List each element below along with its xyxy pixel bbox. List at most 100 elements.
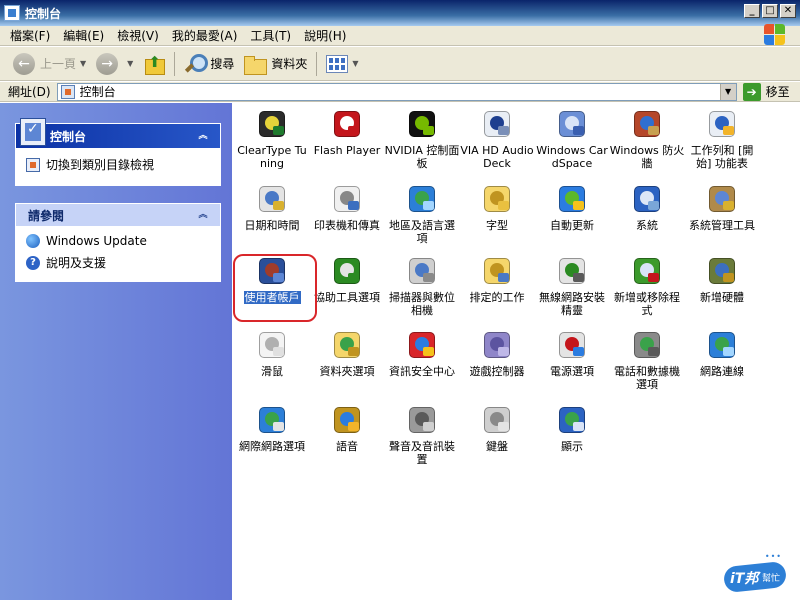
- chevron-down-icon: ▼: [352, 59, 359, 68]
- control-panel-item[interactable]: 系統: [608, 183, 686, 232]
- item-label: 語音: [336, 440, 358, 453]
- views-button[interactable]: ▼: [321, 51, 363, 77]
- item-label: 遊戲控制器: [469, 365, 525, 378]
- control-panel-item[interactable]: 掃描器與數位相機: [383, 255, 461, 317]
- help-support-label: 說明及支援: [46, 256, 107, 270]
- control-panel-item[interactable]: 新增或移除程式: [608, 255, 686, 317]
- item-label: Windows 防火牆: [609, 144, 685, 170]
- item-label: 無線網路安裝精靈: [539, 291, 605, 317]
- control-panel-item[interactable]: 地區及語言選項: [383, 183, 461, 245]
- go-button[interactable]: ➔ 移至: [742, 82, 790, 101]
- menu-file[interactable]: 檔案(F): [10, 27, 50, 44]
- control-panel-item[interactable]: 遊戲控制器: [458, 329, 536, 378]
- item-label: 工作列和 [開始] 功能表: [690, 144, 754, 170]
- menu-tools[interactable]: 工具(T): [250, 27, 291, 44]
- control-panel-item[interactable]: VIA HD Audio Deck: [458, 108, 536, 170]
- control-panel-item[interactable]: 網路連線: [683, 329, 761, 378]
- control-panel-item[interactable]: ClearType Tuning: [233, 108, 311, 170]
- address-label: 網址(D): [8, 85, 51, 99]
- window-title: 控制台: [25, 6, 62, 21]
- control-panel-item[interactable]: Windows CardSpace: [533, 108, 611, 170]
- up-folder-button[interactable]: [138, 51, 170, 77]
- windows-logo-icon: [764, 24, 786, 46]
- forward-button[interactable]: → ▼: [91, 51, 138, 77]
- control-panel-item[interactable]: 新增硬體: [683, 255, 761, 304]
- control-panel-icon: [4, 5, 20, 21]
- minimize-button[interactable]: _: [744, 4, 760, 18]
- help-support-link[interactable]: ? 說明及支援: [26, 254, 210, 271]
- address-dropdown-button[interactable]: ▼: [719, 83, 736, 100]
- views-icon: [326, 54, 349, 73]
- item-label: 地區及語言選項: [389, 219, 455, 245]
- section-header[interactable]: 控制台 ︽: [16, 118, 220, 148]
- control-panel-item[interactable]: 鍵盤: [458, 404, 536, 453]
- item-label: ClearType Tuning: [237, 144, 307, 170]
- menu-edit[interactable]: 編輯(E): [63, 27, 104, 44]
- collapse-chevron-icon[interactable]: ︽: [196, 129, 210, 143]
- menu-help[interactable]: 說明(H): [304, 27, 346, 44]
- maximize-button[interactable]: □: [762, 4, 778, 18]
- close-button[interactable]: ✕: [780, 4, 796, 18]
- control-panel-item[interactable]: 顯示: [533, 404, 611, 453]
- accessibility-icon: [331, 255, 363, 287]
- globe-icon: [406, 183, 438, 215]
- item-label: 網際網路選項: [239, 440, 305, 453]
- control-panel-item[interactable]: 滑鼠: [233, 329, 311, 378]
- network-connections-icon: [706, 329, 738, 361]
- cleartype-icon: [256, 108, 288, 140]
- control-panel-item[interactable]: 聲音及音訊裝置: [383, 404, 461, 466]
- item-label: 聲音及音訊裝置: [389, 440, 455, 466]
- control-panel-item[interactable]: 協助工具選項: [308, 255, 386, 304]
- date-time-icon: [256, 183, 288, 215]
- system-icon: [631, 183, 663, 215]
- item-label: 系統: [636, 219, 658, 232]
- section-title: 控制台: [50, 129, 87, 144]
- control-panel-item[interactable]: Windows 防火牆: [608, 108, 686, 170]
- section-header[interactable]: 請參閱 ︽: [16, 204, 220, 226]
- control-panel-item[interactable]: 資訊安全中心: [383, 329, 461, 378]
- control-panel-item[interactable]: 資料夾選項: [308, 329, 386, 378]
- control-panel-item[interactable]: 語音: [308, 404, 386, 453]
- control-panel-item[interactable]: 印表機和傳真: [308, 183, 386, 232]
- speech-icon: [331, 404, 363, 436]
- control-panel-item[interactable]: 排定的工作: [458, 255, 536, 304]
- internet-options-icon: [256, 404, 288, 436]
- control-panel-section: 控制台 ︽ 切換到類別目錄檢視: [15, 118, 221, 186]
- address-input[interactable]: 控制台 ▼: [56, 82, 737, 101]
- up-folder-icon: [143, 53, 166, 75]
- control-panel-item[interactable]: NVIDIA 控制面板: [383, 108, 461, 170]
- control-panel-item[interactable]: 電源選項: [533, 329, 611, 378]
- search-button[interactable]: 搜尋: [179, 51, 239, 77]
- scheduled-tasks-icon: [481, 255, 513, 287]
- control-panel-item[interactable]: 電話和數據機選項: [608, 329, 686, 391]
- control-panel-item[interactable]: 網際網路選項: [233, 404, 311, 453]
- back-button[interactable]: ← 上一頁 ▼: [8, 51, 91, 77]
- flash-player-icon: [331, 108, 363, 140]
- menu-view[interactable]: 檢視(V): [117, 27, 159, 44]
- control-panel-item[interactable]: 工作列和 [開始] 功能表: [683, 108, 761, 170]
- windows-update-link[interactable]: Windows Update: [26, 234, 210, 248]
- switch-to-category-view-link[interactable]: 切換到類別目錄檢視: [26, 156, 154, 173]
- item-label: 掃描器與數位相機: [389, 291, 455, 317]
- chevron-down-icon: ▼: [80, 59, 87, 68]
- back-label: 上一頁: [40, 57, 77, 71]
- control-panel-item[interactable]: 無線網路安裝精靈: [533, 255, 611, 317]
- control-panel-item[interactable]: 日期和時間: [233, 183, 311, 232]
- menu-favorites[interactable]: 我的最愛(A): [172, 27, 238, 44]
- firewall-icon: [631, 108, 663, 140]
- power-options-icon: [556, 329, 588, 361]
- control-panel-item[interactable]: Flash Player: [308, 108, 386, 157]
- sound-icon: [406, 404, 438, 436]
- item-label: 電話和數據機選項: [614, 365, 680, 391]
- collapse-chevron-icon[interactable]: ︽: [196, 208, 210, 222]
- address-value: 控制台: [79, 85, 116, 99]
- control-panel-item[interactable]: 系統管理工具: [683, 183, 761, 232]
- admin-tools-icon: [706, 183, 738, 215]
- folders-button[interactable]: 資料夾: [239, 51, 312, 77]
- via-audio-icon: [481, 108, 513, 140]
- control-panel-item[interactable]: 字型: [458, 183, 536, 232]
- title-bar: 控制台 _ □ ✕: [0, 0, 800, 26]
- folder-icon: [244, 55, 268, 75]
- control-panel-item[interactable]: 自動更新: [533, 183, 611, 232]
- item-label: 自動更新: [550, 219, 594, 232]
